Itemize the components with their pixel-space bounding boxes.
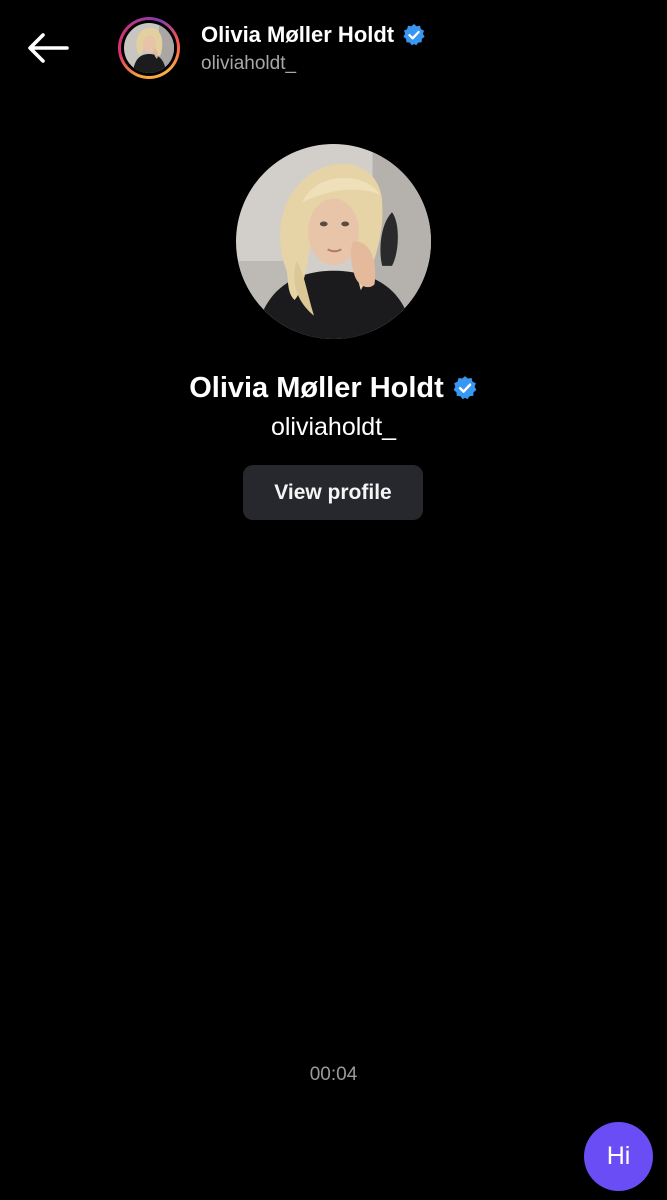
profile-photo[interactable] bbox=[236, 144, 431, 339]
view-profile-button[interactable]: View profile bbox=[243, 465, 423, 520]
profile-name-row: Olivia Møller Holdt bbox=[0, 368, 667, 408]
header-name-row[interactable]: Olivia Møller Holdt bbox=[201, 20, 426, 50]
message-bubble-sent[interactable]: Hi bbox=[584, 1122, 653, 1191]
back-button[interactable] bbox=[24, 26, 72, 70]
profile-name: Olivia Møller Holdt bbox=[189, 372, 444, 404]
message-timestamp: 00:04 bbox=[309, 1064, 358, 1085]
avatar-photo bbox=[124, 23, 174, 73]
header-handle[interactable]: oliviaholdt_ bbox=[201, 52, 296, 76]
thread-header: Olivia Møller Holdt oliviaholdt_ bbox=[0, 0, 667, 100]
header-avatar[interactable] bbox=[118, 17, 180, 79]
profile-handle: oliviaholdt_ bbox=[270, 413, 397, 441]
verified-badge-icon bbox=[453, 376, 477, 400]
dm-thread-screen: Olivia Møller Holdt oliviaholdt_ Olivia … bbox=[0, 0, 667, 1200]
header-name: Olivia Møller Holdt bbox=[201, 22, 395, 47]
verified-badge-icon bbox=[403, 24, 425, 46]
arrow-left-icon bbox=[28, 33, 69, 63]
